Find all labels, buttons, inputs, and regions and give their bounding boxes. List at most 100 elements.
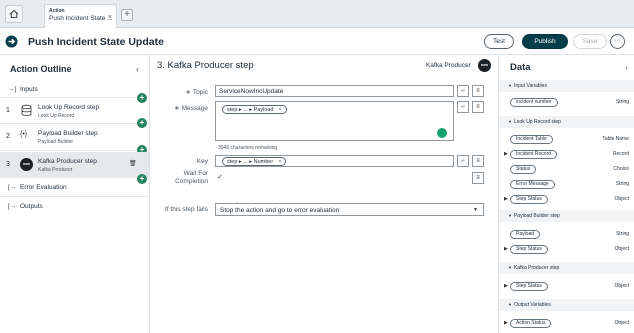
- message-textarea[interactable]: step ▸ ... ▸ Payload ×: [215, 101, 454, 141]
- tab-kicker: Action: [49, 8, 65, 14]
- now-logo-icon: now: [20, 158, 33, 171]
- data-type: Object: [614, 320, 629, 326]
- save-button[interactable]: Save: [573, 34, 607, 49]
- data-row: ▶ Step Status Object: [499, 244, 634, 255]
- data-pill[interactable]: Step Status: [510, 282, 548, 291]
- message-data-pill[interactable]: step ▸ ... ▸ Payload ×: [222, 105, 287, 114]
- caret-right-icon[interactable]: ▶: [504, 320, 508, 326]
- data-pill[interactable]: Incident Table: [510, 135, 553, 144]
- outline-step-3[interactable]: 3 now Kafka Producer step Kafka Producer…: [0, 152, 149, 178]
- section-payload-builder[interactable]: ▼ Payload Builder step: [499, 210, 634, 222]
- divider: [0, 150, 149, 151]
- outline-outputs[interactable]: [→ Outputs: [0, 200, 149, 214]
- caret-down-icon: ▼: [508, 213, 512, 218]
- divider: [0, 196, 149, 197]
- step-number: 2: [6, 133, 10, 140]
- data-pill[interactable]: Step Status: [510, 245, 548, 254]
- action-header: Push Incident State Update Test Publish …: [0, 28, 634, 55]
- step-editor-title: 3. Kafka Producer step: [157, 60, 254, 71]
- message-label: ∗ Message: [174, 105, 208, 112]
- outline-error-label: Error Evaluation: [20, 184, 67, 191]
- step-number: 3: [6, 161, 10, 168]
- wait-label-line2: Completion: [175, 178, 208, 185]
- outline-inputs[interactable]: →] Inputs: [0, 83, 149, 97]
- data-pill[interactable]: incident number: [510, 98, 558, 107]
- step-subtitle: Look Up Record: [38, 113, 75, 119]
- key-input[interactable]: step ▸ ... ▸ Number ×: [215, 155, 454, 167]
- step-number: 1: [6, 107, 10, 114]
- data-type: Record: [612, 151, 629, 157]
- caret-down-icon: ▼: [508, 119, 512, 124]
- chevron-right-icon[interactable]: ›: [625, 63, 628, 72]
- data-row: incident number String: [499, 97, 634, 108]
- outline-step-1[interactable]: 1 Look Up Record step Look Up Record: [0, 99, 149, 123]
- step-subtitle: Kafka Producer: [38, 167, 73, 173]
- caret-right-icon[interactable]: ▶: [504, 283, 508, 289]
- data-row: Status Choice: [499, 164, 634, 175]
- data-row: ▶ Incident Record Record: [499, 149, 634, 160]
- data-row: Payload String: [499, 229, 634, 240]
- data-type: Object: [614, 283, 629, 289]
- data-row: ▶ Step Status Object: [499, 194, 634, 205]
- flow-designer-logo-icon: [5, 35, 18, 48]
- step-name: Payload Builder step: [38, 130, 98, 137]
- data-type: String: [615, 181, 629, 187]
- step-name: Look Up Record step: [38, 104, 100, 111]
- data-pill-picker-icon[interactable]: ≡: [472, 172, 484, 184]
- home-button[interactable]: [5, 5, 23, 23]
- wait-label-line1: Wait For: [183, 170, 208, 177]
- on-failure-select[interactable]: Stop the action and go to error evaluati…: [215, 203, 484, 216]
- key-data-pill[interactable]: step ▸ ... ▸ Number ×: [222, 157, 287, 166]
- outline-inputs-label: Inputs: [20, 86, 38, 93]
- script-toggle-icon[interactable]: ⌐: [457, 85, 469, 97]
- on-failure-value: Stop the action and go to error evaluati…: [220, 207, 340, 214]
- data-pill[interactable]: Error Message: [510, 180, 555, 189]
- characters-remaining: 3946 characters remaining: [218, 145, 278, 151]
- caret-down-icon: ▼: [508, 265, 512, 270]
- data-row: Incident Table Table Name: [499, 134, 634, 145]
- data-row: ▶ Action Status Object: [499, 318, 634, 329]
- collapse-outline-icon[interactable]: ‹: [136, 64, 139, 74]
- home-icon: [9, 9, 19, 19]
- data-pill-picker-icon[interactable]: ≡: [472, 85, 484, 97]
- data-pill-picker-icon[interactable]: ≡: [472, 101, 484, 113]
- grammarly-icon[interactable]: [437, 128, 447, 138]
- data-type: Object: [614, 196, 629, 202]
- data-pill-picker-icon[interactable]: ≡: [472, 155, 484, 167]
- section-input-variables[interactable]: ▼ Input Variables: [499, 80, 634, 92]
- caret-right-icon[interactable]: ▶: [504, 246, 508, 252]
- outline-step-2[interactable]: 2 {•} Payload Builder step Payload Build…: [0, 125, 149, 149]
- outline-title: Action Outline: [10, 64, 72, 74]
- database-icon: [21, 104, 32, 116]
- tab-push-incident-state[interactable]: Action Push Incident State ... ×: [44, 4, 117, 28]
- tab-bar: Action Push Incident State ... × +: [0, 0, 634, 28]
- section-kafka-producer[interactable]: ▼ Kafka Producer step: [499, 262, 634, 274]
- outline-error-evaluation[interactable]: [→ Error Evaluation: [0, 181, 149, 195]
- data-pill[interactable]: Payload: [510, 230, 541, 239]
- trash-icon[interactable]: 🗑: [129, 160, 137, 167]
- data-type: Object: [614, 246, 629, 252]
- step-name: Kafka Producer step: [38, 158, 97, 165]
- action-outline-panel: Action Outline ‹ →] Inputs + 1 Look Up Re…: [0, 55, 150, 333]
- data-pill[interactable]: Status: [510, 165, 537, 174]
- data-panel: Data › ▼ Input Variables incident number …: [498, 55, 634, 333]
- data-pill[interactable]: Step Status: [510, 195, 548, 204]
- more-options-button[interactable]: ···: [610, 34, 625, 49]
- publish-button[interactable]: Publish: [522, 34, 568, 49]
- add-tab-button[interactable]: +: [121, 9, 133, 21]
- data-row: ▶ Step Status Object: [499, 281, 634, 292]
- close-icon[interactable]: ×: [108, 14, 112, 21]
- section-look-up-record[interactable]: ▼ Look Up Record step: [499, 116, 634, 128]
- script-toggle-icon[interactable]: ⌐: [457, 155, 469, 167]
- caret-right-icon[interactable]: ▶: [504, 196, 508, 202]
- section-output-variables[interactable]: ▼ Output Variables: [499, 299, 634, 311]
- data-pill[interactable]: Action Status: [510, 319, 552, 328]
- caret-down-icon: ▼: [508, 302, 512, 307]
- data-pill[interactable]: Incident Record: [510, 150, 558, 159]
- remove-pill-icon: ×: [278, 107, 282, 113]
- wait-for-completion-checkbox[interactable]: ✓: [217, 174, 224, 181]
- topic-input[interactable]: ServiceNowIncUpdate: [215, 85, 454, 97]
- script-toggle-icon[interactable]: ⌐: [457, 101, 469, 113]
- test-button[interactable]: Test: [484, 34, 514, 49]
- caret-right-icon[interactable]: ▶: [504, 151, 508, 157]
